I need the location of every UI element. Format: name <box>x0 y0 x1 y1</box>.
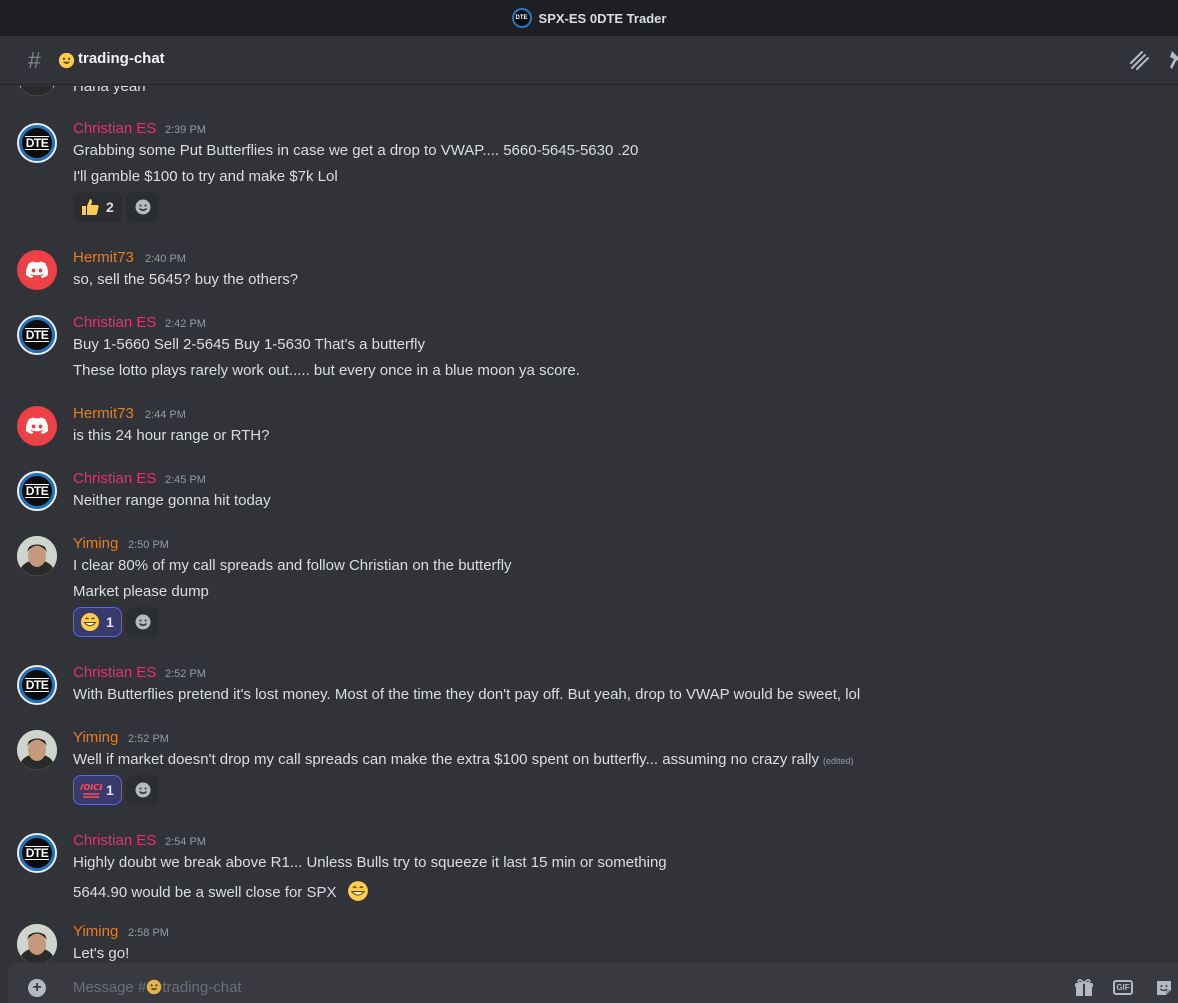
timestamp: 2:50 PM <box>128 539 169 551</box>
username[interactable]: Yiming <box>73 729 118 746</box>
edited-label: (edited) <box>823 756 854 766</box>
thumbs-up-icon <box>82 199 99 215</box>
reaction-count: 1 <box>106 782 114 798</box>
server-icon: DTE <box>511 8 532 28</box>
avatar[interactable] <box>17 250 57 290</box>
message-text: With Butterflies pretend it's lost money… <box>73 686 861 703</box>
pin-icon[interactable] <box>1164 49 1178 73</box>
title-bar: DTE SPX-ES 0DTE Trader <box>0 0 1178 36</box>
add-reaction-icon <box>135 782 150 798</box>
reaction-grin[interactable]: 1 <box>73 607 122 637</box>
voice-emoji-icon: VOICE <box>80 783 102 798</box>
message-text: 5644.90 would be a swell close for SPX <box>73 880 369 902</box>
username[interactable]: Christian ES <box>73 832 156 849</box>
avatar[interactable]: DTE <box>17 315 57 355</box>
discord-icon <box>25 417 49 434</box>
grin-emoji-icon <box>347 881 368 901</box>
gift-icon[interactable] <box>1074 978 1094 998</box>
username[interactable]: Christian ES <box>73 470 156 487</box>
message-text: Well if market doesn't drop my call spre… <box>73 751 854 768</box>
hash-icon: # <box>28 47 41 73</box>
gif-button[interactable]: GIF <box>1113 980 1133 995</box>
timestamp: 2:52 PM <box>128 733 169 745</box>
reaction-voice[interactable]: VOICE 1 <box>73 775 122 805</box>
message-input[interactable]: Message # trading-chat <box>73 979 242 996</box>
reaction-thumbsup[interactable]: 2 <box>73 192 122 222</box>
username[interactable]: Christian ES <box>73 120 156 137</box>
timestamp: 2:52 PM <box>165 668 206 680</box>
timestamp: 2:44 PM <box>145 409 186 421</box>
message-text: Let's go! <box>73 945 130 962</box>
add-reaction-button[interactable] <box>126 775 159 805</box>
timestamp: 2:58 PM <box>128 927 169 939</box>
timestamp: 2:40 PM <box>145 253 186 265</box>
message-text: so, sell the 5645? buy the others? <box>73 271 299 288</box>
username[interactable]: Hermit73 <box>73 405 134 422</box>
avatar[interactable] <box>17 536 57 576</box>
username[interactable]: Christian ES <box>73 664 156 681</box>
message-text: I'll gamble $100 to try and make $7k Lol <box>73 168 338 185</box>
reaction-count: 1 <box>106 614 114 630</box>
message-text: Buy 1-5660 Sell 2-5645 Buy 1-5630 That's… <box>73 336 425 353</box>
username[interactable]: Christian ES <box>73 314 156 331</box>
channel-header: # trading-chat <box>0 36 1178 85</box>
message-text: Neither range gonna hit today <box>73 492 271 509</box>
add-reaction-button[interactable] <box>126 607 159 637</box>
timestamp: 2:42 PM <box>165 318 206 330</box>
channel-emoji <box>147 979 162 995</box>
avatar[interactable]: DTE <box>17 471 57 511</box>
add-reaction-icon <box>135 614 150 630</box>
avatar[interactable] <box>17 730 57 770</box>
threads-icon[interactable] <box>1128 49 1152 73</box>
message-text: is this 24 hour range or RTH? <box>73 427 270 444</box>
message-list: Haha yeah DTE Christian ES 2:39 PM Grabb… <box>0 86 1178 962</box>
add-reaction-button[interactable] <box>126 192 159 222</box>
message-text: Highly doubt we break above R1... Unless… <box>73 854 667 871</box>
username[interactable]: Hermit73 <box>73 249 134 266</box>
avatar[interactable]: DTE <box>17 833 57 873</box>
add-reaction-icon <box>135 199 150 215</box>
username[interactable]: Yiming <box>73 535 118 552</box>
avatar[interactable]: DTE <box>17 123 57 163</box>
message-text: These lotto plays rarely work out..... b… <box>73 362 580 379</box>
sticker-icon[interactable] <box>1154 978 1174 998</box>
avatar[interactable]: DTE <box>17 665 57 705</box>
channel-name[interactable]: trading-chat <box>78 50 165 67</box>
svg-text:VOICE: VOICE <box>80 783 102 792</box>
window-title: SPX-ES 0DTE Trader <box>538 10 667 26</box>
message-text: Market please dump <box>73 583 209 600</box>
message-text: Grabbing some Put Butterflies in case we… <box>73 142 639 159</box>
reaction-count: 2 <box>106 199 114 215</box>
avatar[interactable] <box>17 86 57 96</box>
message-text: I clear 80% of my call spreads and follo… <box>73 557 512 574</box>
timestamp: 2:54 PM <box>165 836 206 848</box>
discord-icon <box>25 261 49 278</box>
message-composer[interactable]: + Message # trading-chat GIF <box>8 963 1178 1003</box>
plus-icon[interactable]: + <box>28 979 46 997</box>
grin-emoji-icon <box>81 613 99 631</box>
timestamp: 2:39 PM <box>165 124 206 136</box>
channel-emoji <box>58 52 75 74</box>
timestamp: 2:45 PM <box>165 474 206 486</box>
message-text: Haha yeah <box>73 86 146 95</box>
username[interactable]: Yiming <box>73 923 118 940</box>
avatar[interactable] <box>17 924 57 962</box>
avatar[interactable] <box>17 406 57 446</box>
